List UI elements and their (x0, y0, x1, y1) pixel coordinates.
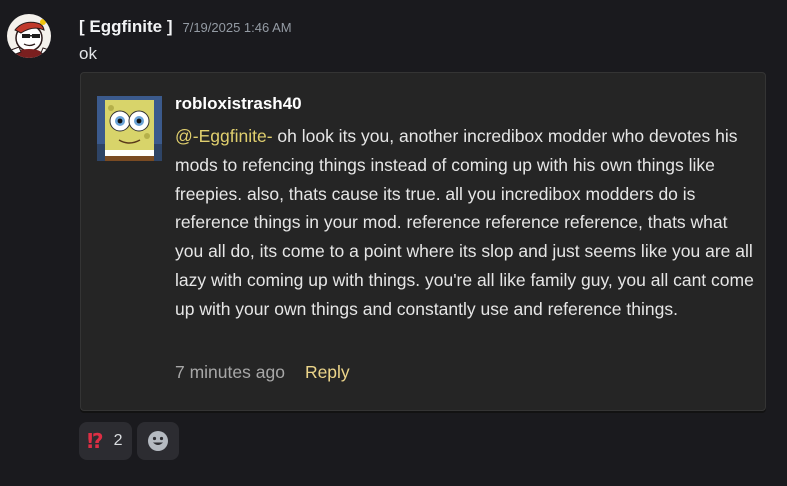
embed-footer: 7 minutes ago Reply (175, 362, 350, 383)
reaction-exclamation-question[interactable]: ⁉ 2 (79, 422, 133, 460)
embed-comment-body: oh look its you, another incredibox modd… (175, 126, 754, 319)
message-header: [ Eggfinite ] 7/19/2025 1:46 AM (79, 17, 292, 37)
user-mention[interactable]: @-Eggfinite- (175, 126, 273, 146)
exclamation-question-mark-icon: ⁉ (87, 429, 104, 453)
embedded-comment-card: robloxistrash40 @-Eggfinite- oh look its… (80, 72, 766, 411)
author-avatar[interactable] (7, 14, 51, 58)
embed-author-avatar[interactable] (97, 96, 162, 161)
embed-comment-text: @-Eggfinite- oh look its you, another in… (175, 122, 755, 324)
chat-view: [ Eggfinite ] 7/19/2025 1:46 AM ok roblo… (0, 0, 787, 486)
message-timestamp[interactable]: 7/19/2025 1:46 AM (182, 20, 291, 35)
embed-author-name[interactable]: robloxistrash40 (175, 94, 302, 114)
reaction-count: 2 (113, 432, 123, 449)
embed-timestamp: 7 minutes ago (175, 362, 285, 382)
cartoon-avatar-icon (7, 14, 51, 58)
author-username[interactable]: [ Eggfinite ] (79, 17, 172, 37)
add-reaction-icon (148, 431, 169, 451)
spongebob-avatar-icon (97, 96, 162, 161)
reactions-bar: ⁉ 2 (79, 422, 180, 460)
add-reaction-button[interactable] (137, 422, 180, 460)
reply-link[interactable]: Reply (305, 362, 350, 383)
message-content: ok (79, 44, 97, 63)
